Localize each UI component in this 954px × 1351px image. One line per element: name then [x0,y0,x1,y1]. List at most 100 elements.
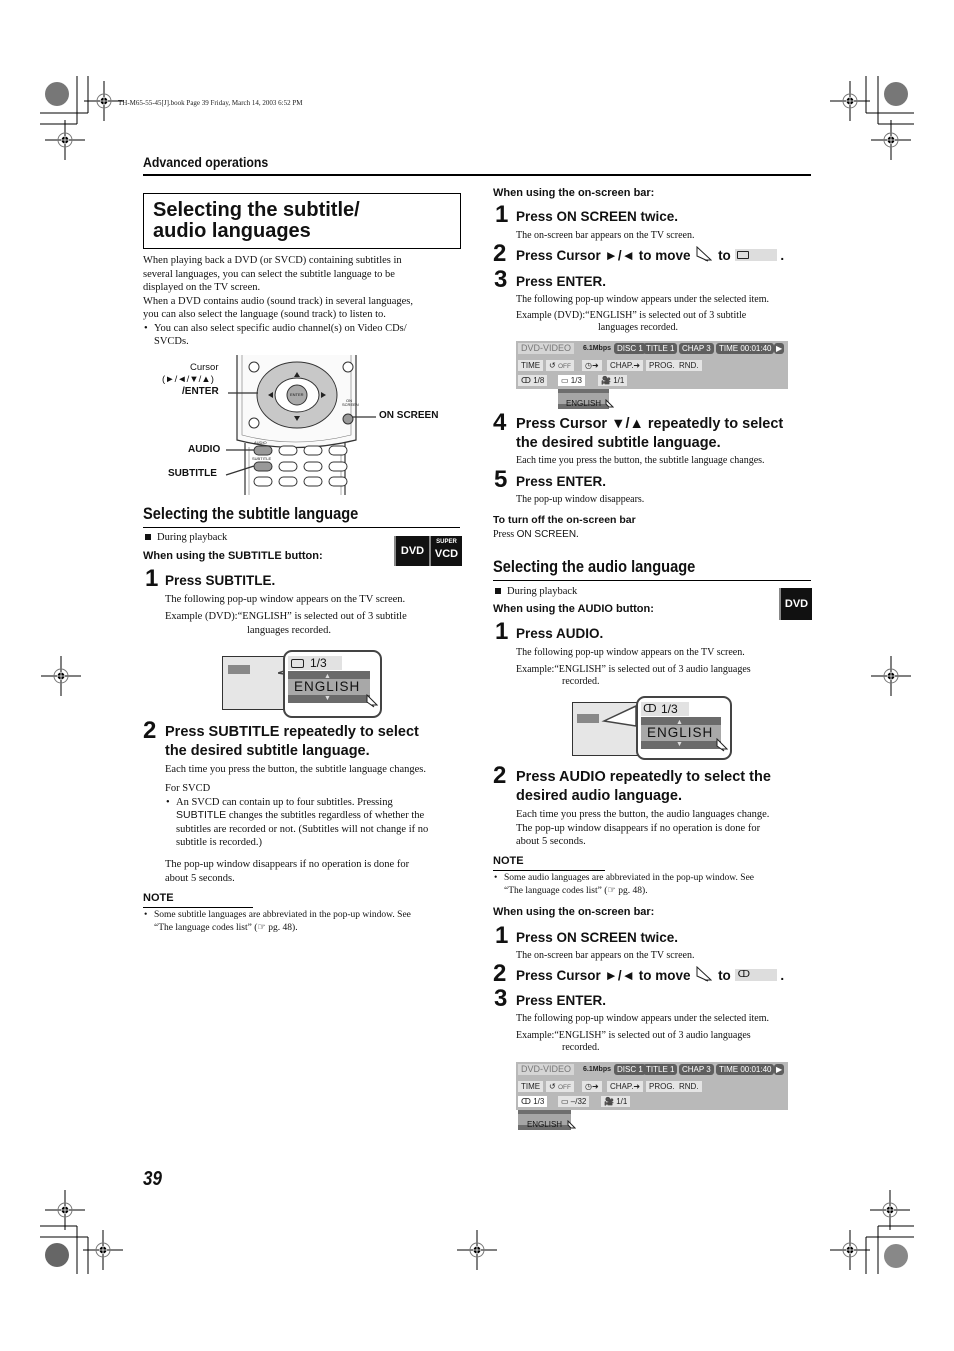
step-title-line: Press SUBTITLE repeatedly to select [165,724,419,740]
repeat-value: OFF [557,363,571,370]
note-bullet: • Some audio languages are abbreviated i… [493,872,754,898]
popup-lang-text: ENGLISH [526,1120,563,1129]
svcd-line: subtitle is recorded.) [176,837,263,848]
example-line: languages recorded. [598,322,678,333]
osd-subtitle: ▭ –/32 [558,1096,590,1107]
osd-title: TITLE 1 [643,1064,678,1075]
pointer-cursor-icon [366,694,378,708]
dvd-badge: DVD [394,536,429,566]
note-rule [493,870,605,871]
repeat-value: OFF [557,1084,571,1091]
osd-subtitle: ▭ 1/3 [558,375,585,386]
square-bullet-icon [145,534,151,540]
step-title: Press SUBTITLE repeatedly to select the … [165,723,419,761]
osd-angle: 🎥 1/1 [601,1096,631,1107]
note-line: “The language codes list” (☞ pg. 48). [154,923,298,933]
onscreen-bar-audio: DVD-VIDEO 6.1Mbps DISC 1 TITLE 1 CHAP 3 … [516,1062,788,1110]
audio-icon: ↀ [521,1097,534,1106]
audio-popup-illustration: ↀ 1/3 ▲ ENGLISH ▼ [570,696,735,762]
pointer-cursor-icon [567,1120,576,1129]
step-example: Example (DVD):“ENGLISH” is selected out … [516,310,746,334]
audio-value: 1/8 [533,376,545,385]
subtitle-target-icon [734,249,777,261]
subtitle-value: –/32 [570,1097,587,1106]
osd-popup-subtitle[interactable]: ENGLISH [558,389,609,409]
osd-audio: ↀ 1/8 [518,375,548,386]
osd-rnd: RND. [676,1081,702,1092]
remote-enter-key: ENTER [290,392,304,397]
audio-section-heading: Selecting the audio language [493,557,696,576]
note-text: • Some subtitle languages are abbreviate… [143,909,411,935]
enter-label: /ENTER [182,386,219,397]
subtitle-popup-illustration: 1/3 ▲ ENGLISH ▼ [220,650,385,722]
step-example: Example:“ENGLISH” is selected out of 3 a… [516,664,751,688]
angle-value: 1/1 [616,1097,628,1106]
svcd-line: subtitles are recorded or not. (Subtitle… [176,823,429,835]
popup-lang-text: ENGLISH [565,399,602,408]
audio-target-icon: ↀ [734,969,777,981]
step-title: Press ENTER. [516,474,607,489]
osd-disc: DISC 1 [614,343,646,354]
during-playback-text: During playback [157,532,228,543]
callout-pointer [601,705,636,727]
subtitle-popup-header: 1/3 [288,656,342,670]
step-title: Press ENTER. [516,993,607,1008]
svcd-note: For SVCD • An SVCD can contain up to fou… [165,782,465,850]
page-number: 39 [143,1168,162,1190]
intro-line: displayed on the TV screen. [143,282,261,293]
step-description: The on-screen bar appears on the TV scre… [516,230,695,241]
bullet-dot: • [494,873,498,883]
intro-line: When playing back a DVD (or SVCD) contai… [143,255,402,266]
osd-chap-search: CHAP.➜ [607,1081,644,1092]
language-selector[interactable]: ▲ ENGLISH ▼ [641,717,721,749]
turn-off-suffix: . [576,529,579,540]
osd-timer: ◷➜ [582,1081,602,1092]
step-number: 1 [495,922,509,949]
osd-next-icon: ▶ [774,343,785,354]
step-example: Example (DVD):“ENGLISH” is selected out … [165,610,407,637]
desc-line: Each time you press the button, the audi… [516,809,770,820]
osd-time: TIME 00:01:40 [716,343,775,354]
subtitle-icon [291,659,304,668]
step-title: Press ON SCREEN twice. [516,930,679,945]
bullet-dot: • [166,796,170,808]
step-title-line: Press Cursor ▼/▲ repeatedly to select [516,416,784,432]
super-vcd-badge: SUPER VCD [429,536,462,566]
osd-disc-type: DVD-VIDEO [518,1064,575,1075]
example-line: recorded. [562,676,600,687]
step-description: Each time you press the button, the subt… [516,455,765,466]
osd-popup-audio[interactable]: ENGLISH [518,1110,571,1130]
osd-next-icon: ▶ [774,1064,785,1075]
pointer-cursor-icon [696,965,713,982]
svcd-bullet: • An SVCD can contain up to four subtitl… [165,796,465,850]
popup-lang-value: ENGLISH [558,393,609,408]
note-bullet: • Some subtitle languages are abbreviate… [143,909,411,935]
color-target-icon [45,82,69,106]
step-title-line: the desired subtitle language. [516,435,721,451]
chap-text: CHAP. [610,1082,634,1091]
osd-timer: ◷➜ [582,360,602,371]
period: . [780,968,785,983]
subtitle-label: SUBTITLE [168,468,217,479]
step-title-line: the desired subtitle language. [165,743,370,759]
audio-count: 1/3 [661,702,678,716]
cursor-arrows-label: (►/◄/▼/▲) [162,374,214,385]
onscreen-heading: When using the on-screen bar: [493,906,655,918]
disappear-line: about 5 seconds. [165,872,235,884]
pointer-cursor-icon [696,245,713,262]
step-number: 1 [495,201,509,228]
osd-chap: CHAP 3 [679,343,714,354]
thumb-popup [577,714,599,723]
step-description: The following pop-up window appears on t… [165,594,406,605]
remote-onscreen-key: ON SCREEN [342,398,359,407]
step-number: 5 [494,466,508,493]
language-selector[interactable]: ▲ ENGLISH ▼ [288,671,370,703]
step-description: Each time you press the button, the audi… [516,808,769,849]
osd-time: TIME 00:01:40 [716,1064,775,1075]
step-description: The following pop-up window appears on t… [516,647,745,658]
note-rule [143,907,253,908]
bullet-line: You can also select specific audio chann… [154,322,407,334]
for-svcd-label: For SVCD [165,783,211,794]
dvd-badge: DVD [779,588,812,620]
example-line: Example (DVD):“ENGLISH” is selected out … [165,611,407,622]
